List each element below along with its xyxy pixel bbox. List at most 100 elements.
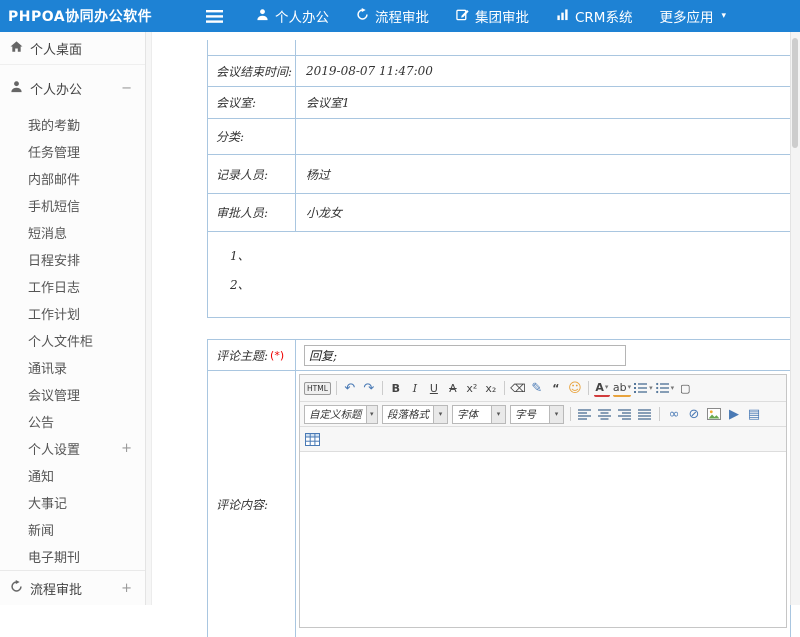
font-size-select[interactable]: 字号▾ bbox=[510, 405, 564, 424]
attachment-icon[interactable]: ▤ bbox=[746, 405, 762, 423]
meeting-detail-table: 会议结束时间: 2019-08-07 11:47:00 会议室: 会议室1 分类… bbox=[207, 40, 791, 318]
collapse-icon[interactable]: − bbox=[121, 81, 132, 96]
toolbar-separator bbox=[588, 381, 589, 395]
editor-content-area[interactable] bbox=[300, 452, 786, 627]
image-icon[interactable] bbox=[706, 405, 722, 423]
field-label: 审批人员: bbox=[208, 194, 296, 231]
video-icon[interactable]: ▶ bbox=[726, 405, 742, 423]
link-icon[interactable]: ∞ bbox=[666, 405, 682, 423]
sidebar-item-label: 内部邮件 bbox=[28, 169, 80, 188]
toolbar-separator bbox=[570, 407, 571, 421]
remove-format-icon[interactable]: ⌫ bbox=[510, 379, 526, 397]
chevron-down-icon: ▾ bbox=[433, 406, 447, 423]
sidebar-item-work-log[interactable]: 工作日志 bbox=[0, 273, 145, 300]
chevron-down-icon: ▾ bbox=[628, 383, 632, 391]
sidebar-item-internal-mail[interactable]: 内部邮件 bbox=[0, 165, 145, 192]
nav-label: 流程审批 bbox=[375, 6, 429, 26]
sidebar-scrollbar[interactable] bbox=[146, 32, 152, 605]
nav-personal-office[interactable]: 个人办公 bbox=[256, 6, 329, 26]
sidebar-item-tasks[interactable]: 任务管理 bbox=[0, 138, 145, 165]
superscript-icon[interactable]: x² bbox=[464, 379, 480, 397]
align-right-icon[interactable] bbox=[617, 405, 633, 423]
editor-toolbar-row3 bbox=[300, 427, 786, 452]
table-row-approver: 审批人员: 小龙女 bbox=[208, 194, 790, 232]
paragraph-format-select[interactable]: 段落格式▾ bbox=[382, 405, 448, 424]
sidebar-item-label: 新闻 bbox=[28, 520, 54, 539]
underline-icon[interactable]: U bbox=[426, 379, 442, 397]
sidebar-item-desktop[interactable]: 个人桌面 bbox=[0, 32, 145, 65]
sidebar-item-sms[interactable]: 手机短信 bbox=[0, 192, 145, 219]
sidebar-item-events[interactable]: 大事记 bbox=[0, 489, 145, 516]
unordered-list-icon[interactable]: ▾ bbox=[656, 379, 675, 397]
format-painter-icon[interactable]: ✎ bbox=[529, 379, 545, 397]
workflow-icon bbox=[10, 580, 23, 597]
page-scrollbar[interactable] bbox=[790, 32, 800, 605]
nav-group-approval[interactable]: 集团审批 bbox=[456, 6, 529, 26]
expand-icon[interactable]: + bbox=[121, 441, 132, 456]
sidebar-item-personal-settings[interactable]: 个人设置+ bbox=[0, 435, 145, 462]
strikethrough-icon[interactable]: A bbox=[445, 379, 461, 397]
app-window: PHPOA协同办公软件 个人办公 流程审批 集团审批 bbox=[0, 0, 800, 605]
toolbar-separator bbox=[382, 381, 383, 395]
field-value: HTML ↶ ↷ B I U A x² x₂ ⌫ ✎ “ bbox=[296, 371, 790, 637]
sidebar-section-workflow-approval[interactable]: 流程审批 + bbox=[0, 570, 145, 605]
scrollbar-thumb[interactable] bbox=[792, 38, 798, 148]
undo-icon[interactable]: ↶ bbox=[342, 379, 358, 397]
content-line: 1、 bbox=[230, 242, 250, 271]
comment-subject-input[interactable] bbox=[304, 345, 626, 366]
sidebar-item-file-cabinet[interactable]: 个人文件柜 bbox=[0, 327, 145, 354]
nav-label: CRM系统 bbox=[575, 6, 632, 26]
chevron-down-icon: ▾ bbox=[366, 406, 378, 423]
sidebar-item-label: 工作日志 bbox=[28, 277, 80, 296]
nav-crm-system[interactable]: CRM系统 bbox=[556, 6, 632, 26]
sidebar: 个人桌面 个人办公 − 我的考勤 任务管理 内部邮件 手机短信 短消息 日程安排… bbox=[0, 32, 146, 605]
sidebar-item-meeting-management[interactable]: 会议管理 bbox=[0, 381, 145, 408]
heading-style-select[interactable]: 自定义标题▾ bbox=[304, 405, 378, 424]
sidebar-item-contacts[interactable]: 通讯录 bbox=[0, 354, 145, 381]
table-row-meeting-room: 会议室: 会议室1 bbox=[208, 87, 790, 119]
nav-more-apps[interactable]: 更多应用 ▾ bbox=[659, 6, 726, 26]
sidebar-item-short-message[interactable]: 短消息 bbox=[0, 219, 145, 246]
italic-icon[interactable]: I bbox=[407, 379, 423, 397]
insert-page-icon[interactable]: ▢ bbox=[677, 379, 693, 397]
chevron-down-icon: ▾ bbox=[605, 383, 609, 391]
sidebar-item-label: 会议管理 bbox=[28, 385, 80, 404]
unlink-icon[interactable]: ⊘ bbox=[686, 405, 702, 423]
sidebar-item-schedule[interactable]: 日程安排 bbox=[0, 246, 145, 273]
sidebar-item-work-plan[interactable]: 工作计划 bbox=[0, 300, 145, 327]
font-color-icon[interactable]: A▾ bbox=[594, 380, 610, 397]
sidebar-item-label: 日程安排 bbox=[28, 250, 80, 269]
align-left-icon[interactable] bbox=[577, 405, 593, 423]
table-row-recorder: 记录人员: 杨过 bbox=[208, 155, 790, 194]
top-bar: PHPOA协同办公软件 个人办公 流程审批 集团审批 bbox=[0, 0, 800, 32]
expand-icon[interactable]: + bbox=[121, 581, 132, 596]
field-value: 杨过 bbox=[296, 155, 790, 193]
sidebar-item-notifications[interactable]: 通知 bbox=[0, 462, 145, 489]
bg-color-icon[interactable]: ab▾ bbox=[613, 380, 631, 397]
comment-subject-label: 评论主题: bbox=[216, 347, 268, 364]
sidebar-item-label: 我的考勤 bbox=[28, 115, 80, 134]
bold-icon[interactable]: B bbox=[388, 379, 404, 397]
nav-workflow-approval[interactable]: 流程审批 bbox=[356, 6, 429, 26]
subscript-icon[interactable]: x₂ bbox=[483, 379, 499, 397]
field-label: 会议结束时间: bbox=[208, 56, 296, 86]
table-icon[interactable] bbox=[304, 430, 320, 448]
bar-chart-icon bbox=[556, 8, 569, 25]
sidebar-item-e-journal[interactable]: 电子期刊 bbox=[0, 543, 145, 570]
field-label: 评论内容: bbox=[208, 371, 296, 637]
source-button[interactable]: HTML bbox=[304, 382, 331, 395]
sidebar-item-announcements[interactable]: 公告 bbox=[0, 408, 145, 435]
sidebar-section-personal-office[interactable]: 个人办公 − bbox=[0, 70, 145, 106]
hamburger-menu-icon[interactable] bbox=[206, 10, 228, 23]
sidebar-item-attendance[interactable]: 我的考勤 bbox=[0, 111, 145, 138]
ordered-list-icon[interactable]: ▾ bbox=[634, 379, 653, 397]
sidebar-item-news[interactable]: 新闻 bbox=[0, 516, 145, 543]
align-justify-icon[interactable] bbox=[637, 405, 653, 423]
redo-icon[interactable]: ↷ bbox=[361, 379, 377, 397]
font-family-select[interactable]: 字体▾ bbox=[452, 405, 506, 424]
emoticon-icon[interactable]: ☺ bbox=[567, 379, 583, 397]
field-label bbox=[208, 40, 296, 55]
blockquote-icon[interactable]: “ bbox=[548, 379, 564, 397]
field-value bbox=[296, 119, 790, 154]
align-center-icon[interactable] bbox=[597, 405, 613, 423]
